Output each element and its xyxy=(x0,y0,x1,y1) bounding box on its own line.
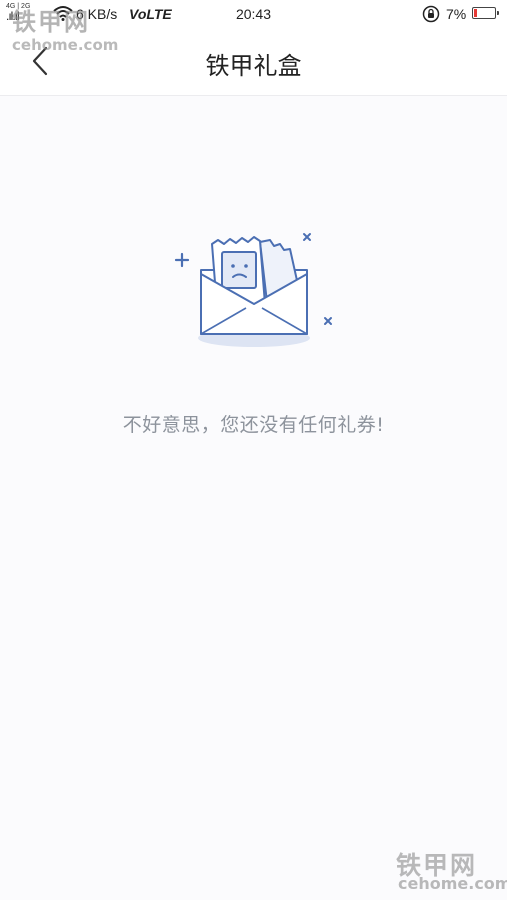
battery-icon xyxy=(472,7,499,19)
watermark-url-bottom: cehome.com xyxy=(398,874,507,893)
watermark-url-top: cehome.com xyxy=(12,36,119,54)
plus-sparkle-icon xyxy=(174,252,190,268)
empty-state-message: 不好意思，您还没有任何礼券! xyxy=(122,414,385,436)
envelope-sad-tickets-icon xyxy=(168,222,344,360)
watermark-logo-top: 铁甲网 xyxy=(12,8,90,36)
x-sparkle-icon-2 xyxy=(324,317,332,325)
battery-percent: 7% xyxy=(446,6,467,22)
x-sparkle-icon xyxy=(303,233,311,241)
battery-level-fill xyxy=(474,9,477,17)
rotation-lock-icon xyxy=(422,5,440,28)
